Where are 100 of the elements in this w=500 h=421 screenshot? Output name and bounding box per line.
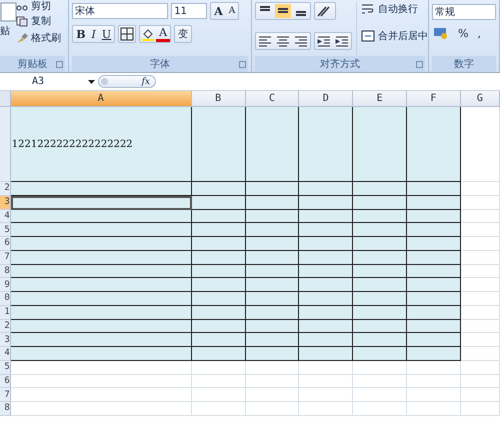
- table-cell[interactable]: [299, 182, 354, 196]
- insert-function-button[interactable]: fx: [142, 76, 150, 86]
- table-cell[interactable]: [299, 278, 354, 292]
- column-header[interactable]: B: [192, 91, 246, 107]
- table-cell[interactable]: [192, 292, 246, 306]
- table-cell[interactable]: [246, 196, 300, 210]
- table-cell[interactable]: [192, 182, 246, 196]
- row-header[interactable]: 8: [0, 264, 11, 278]
- table-cell[interactable]: [192, 278, 246, 292]
- table-cell[interactable]: [10, 182, 192, 196]
- underline-button[interactable]: U: [98, 26, 114, 42]
- vertical-align-icon[interactable]: [275, 4, 291, 18]
- table-cell[interactable]: [353, 182, 408, 196]
- table-cell[interactable]: [353, 223, 408, 237]
- row-header[interactable]: 5: [0, 360, 11, 374]
- row-header[interactable]: 7: [0, 388, 11, 402]
- table-cell[interactable]: [192, 320, 246, 334]
- table-cell[interactable]: [407, 210, 461, 224]
- table-cell[interactable]: [192, 333, 246, 347]
- row-header[interactable]: 5: [0, 223, 11, 237]
- table-cell[interactable]: [246, 223, 300, 237]
- row-header[interactable]: 8: [0, 402, 11, 416]
- wrap-text-button[interactable]: 自动换行: [378, 2, 418, 16]
- row-header[interactable]: 1: [0, 306, 11, 320]
- table-cell[interactable]: [192, 306, 246, 320]
- column-header[interactable]: A: [10, 91, 192, 107]
- cut-button[interactable]: 剪切: [31, 2, 51, 11]
- table-cell[interactable]: [407, 306, 461, 320]
- column-header[interactable]: C: [246, 91, 300, 107]
- table-cell[interactable]: [10, 347, 192, 361]
- table-cell[interactable]: [10, 333, 192, 347]
- table-cell[interactable]: [246, 237, 300, 251]
- table-cell[interactable]: [10, 320, 192, 334]
- table-cell[interactable]: [192, 210, 246, 224]
- table-cell[interactable]: [407, 223, 461, 237]
- table-cell[interactable]: [299, 250, 354, 264]
- table-cell[interactable]: [353, 320, 408, 334]
- table-cell[interactable]: [353, 306, 408, 320]
- table-cell[interactable]: [299, 292, 354, 306]
- row-header[interactable]: 2: [0, 320, 11, 334]
- row-header[interactable]: 4: [0, 347, 11, 361]
- row-header[interactable]: 9: [0, 278, 11, 292]
- table-cell[interactable]: [10, 250, 192, 264]
- table-cell[interactable]: [246, 347, 300, 361]
- table-cell[interactable]: [407, 347, 461, 361]
- paste-icon[interactable]: [0, 2, 18, 22]
- table-cell[interactable]: [246, 306, 300, 320]
- table-cell[interactable]: [407, 107, 461, 182]
- row-header[interactable]: 3: [0, 196, 11, 210]
- table-cell[interactable]: [10, 264, 192, 278]
- table-cell[interactable]: [299, 107, 354, 182]
- table-cell[interactable]: [192, 223, 246, 237]
- name-box[interactable]: A3: [32, 76, 44, 87]
- table-cell[interactable]: [299, 237, 354, 251]
- table-cell[interactable]: [407, 278, 461, 292]
- table-cell[interactable]: [299, 210, 354, 224]
- row-header[interactable]: 3: [0, 333, 11, 347]
- horizontal-align-icon[interactable]: [275, 34, 291, 48]
- table-cell[interactable]: [10, 292, 192, 306]
- column-header[interactable]: G: [460, 91, 500, 107]
- shrink-font-button[interactable]: A: [226, 3, 238, 19]
- table-cell[interactable]: [10, 237, 192, 251]
- table-cell[interactable]: [299, 333, 354, 347]
- table-cell[interactable]: [299, 196, 354, 210]
- table-cell[interactable]: [353, 278, 408, 292]
- table-cell[interactable]: [353, 347, 408, 361]
- table-cell[interactable]: [192, 347, 246, 361]
- table-cell[interactable]: [10, 196, 192, 210]
- horizontal-align-icon[interactable]: [293, 34, 309, 48]
- table-cell[interactable]: [353, 210, 408, 224]
- table-cell[interactable]: [246, 182, 300, 196]
- table-cell[interactable]: [407, 333, 461, 347]
- row-header[interactable]: 0: [0, 292, 11, 306]
- table-cell[interactable]: [407, 320, 461, 334]
- table-cell[interactable]: [246, 107, 300, 182]
- number-format-dropdown[interactable]: 常规: [432, 4, 496, 20]
- table-cell[interactable]: [407, 264, 461, 278]
- format-painter-button[interactable]: 格式刷: [31, 31, 61, 45]
- paste-button[interactable]: 贴: [0, 24, 10, 38]
- merge-center-button[interactable]: 合并后居中: [378, 29, 428, 43]
- table-cell[interactable]: [299, 223, 354, 237]
- table-cell[interactable]: [353, 196, 408, 210]
- horizontal-align-icon[interactable]: [257, 34, 273, 48]
- table-cell[interactable]: [192, 107, 246, 182]
- table-cell[interactable]: [10, 306, 192, 320]
- font-name-dropdown[interactable]: 宋体: [72, 3, 168, 19]
- table-cell[interactable]: [192, 237, 246, 251]
- resize-handle-icon[interactable]: [101, 78, 108, 85]
- copy-button[interactable]: 复制: [31, 14, 51, 28]
- comma-button[interactable]: ,: [474, 25, 484, 41]
- table-cell[interactable]: [299, 264, 354, 278]
- indent-icon[interactable]: [334, 34, 350, 48]
- table-cell[interactable]: [299, 306, 354, 320]
- italic-button[interactable]: I: [88, 26, 99, 42]
- table-cell[interactable]: [407, 237, 461, 251]
- table-cell[interactable]: [246, 264, 300, 278]
- table-cell[interactable]: [246, 210, 300, 224]
- font-size-dropdown[interactable]: 11: [171, 3, 208, 19]
- table-cell[interactable]: [353, 250, 408, 264]
- table-cell[interactable]: [407, 182, 461, 196]
